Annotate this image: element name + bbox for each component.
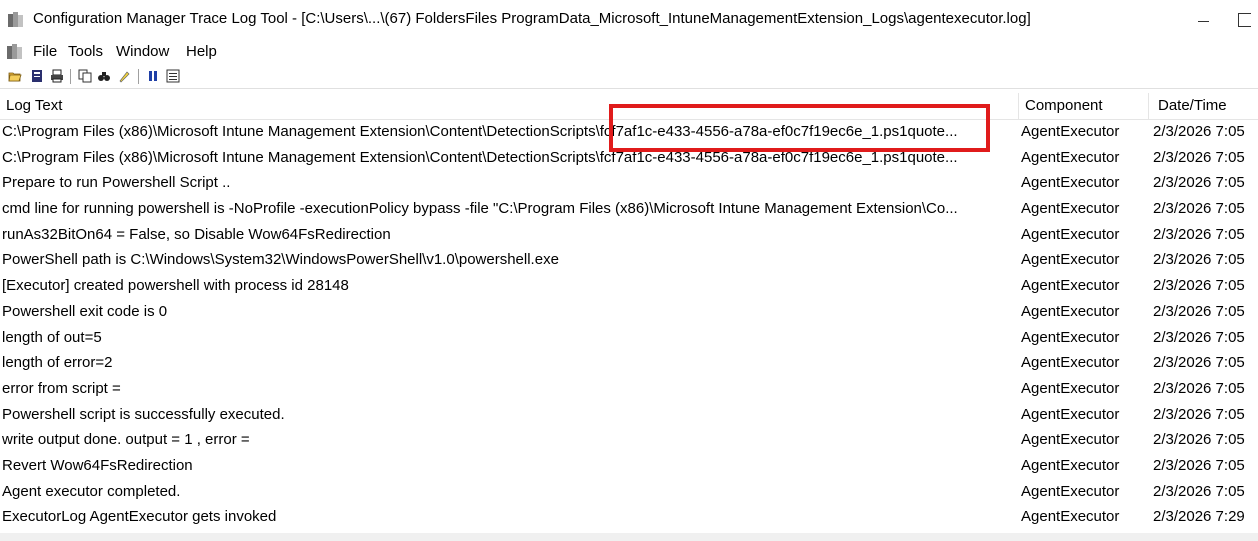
highlight-icon[interactable] (117, 69, 131, 83)
window-title: Configuration Manager Trace Log Tool - [… (33, 10, 1031, 27)
table-row[interactable]: Prepare to run Powershell Script .. Agent… (0, 170, 1258, 196)
column-header-log-text[interactable]: Log Text (6, 97, 62, 114)
minimize-button[interactable] (1190, 8, 1220, 32)
datetime-cell: 2/3/2026 7:05 (1153, 379, 1245, 397)
datetime-cell: 2/3/2026 7:05 (1153, 302, 1245, 320)
datetime-cell: 2/3/2026 7:05 (1153, 251, 1245, 269)
table-row[interactable]: ExecutorLog AgentExecutor gets invoked Ag… (0, 504, 1258, 530)
log-text-cell: Powershell script is successfully execut… (2, 405, 285, 423)
menu-help[interactable]: Help (186, 43, 217, 60)
table-row[interactable]: write output done. output = 1 , error = A… (0, 427, 1258, 453)
datetime-cell: 2/3/2026 7:05 (1153, 354, 1245, 372)
menu-window[interactable]: Window (116, 43, 169, 60)
copy-icon[interactable] (78, 69, 92, 83)
component-cell: AgentExecutor (1021, 148, 1120, 166)
grid-header: Log Text Component Date/Time (0, 93, 1258, 120)
table-row[interactable]: length of error=2 AgentExecutor 2/3/2026 7… (0, 350, 1258, 376)
title-bar: Configuration Manager Trace Log Tool - [… (0, 0, 1258, 40)
component-cell: AgentExecutor (1021, 456, 1120, 474)
toolbar (0, 66, 1258, 89)
print-preview-icon[interactable] (30, 69, 44, 83)
table-row[interactable]: Powershell exit code is 0 AgentExecutor 2/… (0, 299, 1258, 325)
log-text-cell: Prepare to run Powershell Script .. (2, 174, 231, 192)
component-cell: AgentExecutor (1021, 174, 1120, 192)
component-cell: AgentExecutor (1021, 277, 1120, 295)
log-text-cell: write output done. output = 1 , error = (2, 431, 250, 449)
datetime-cell: 2/3/2026 7:05 (1153, 482, 1245, 500)
menu-tools[interactable]: Tools (68, 43, 103, 60)
table-row[interactable]: Powershell script is successfully execut… (0, 402, 1258, 428)
pause-icon[interactable] (147, 69, 161, 83)
datetime-cell: 2/3/2026 7:05 (1153, 174, 1245, 192)
table-row[interactable]: error from script = AgentExecutor 2/3/2026… (0, 376, 1258, 402)
component-cell: AgentExecutor (1021, 431, 1120, 449)
component-cell: AgentExecutor (1021, 225, 1120, 243)
column-divider[interactable] (1018, 93, 1019, 119)
column-header-datetime[interactable]: Date/Time (1158, 97, 1227, 114)
table-row[interactable]: cmd line for running powershell is -NoPr… (0, 196, 1258, 222)
component-cell: AgentExecutor (1021, 123, 1120, 140)
table-row[interactable]: [Executor] created powershell with proce… (0, 273, 1258, 299)
status-strip (0, 533, 1258, 541)
log-text-cell: ExecutorLog AgentExecutor gets invoked (2, 508, 277, 526)
document-icon[interactable] (6, 42, 23, 60)
component-cell: AgentExecutor (1021, 251, 1120, 269)
column-divider[interactable] (1148, 93, 1149, 119)
column-header-component[interactable]: Component (1025, 97, 1103, 114)
table-row[interactable]: C:\Program Files (x86)\Microsoft Intune … (0, 145, 1258, 171)
print-icon[interactable] (50, 69, 64, 83)
grid-rows: C:\Program Files (x86)\Microsoft Intune … (0, 119, 1258, 530)
log-text-cell: Agent executor completed. (2, 482, 181, 500)
table-row[interactable]: PowerShell path is C:\Windows\System32\W… (0, 247, 1258, 273)
datetime-cell: 2/3/2026 7:05 (1153, 123, 1245, 140)
log-text-cell: error from script = (2, 379, 121, 397)
datetime-cell: 2/3/2026 7:05 (1153, 148, 1245, 166)
component-cell: AgentExecutor (1021, 379, 1120, 397)
log-text-cell: C:\Program Files (x86)\Microsoft Intune … (2, 123, 958, 140)
toolbar-separator (70, 69, 71, 84)
maximize-button[interactable] (1238, 9, 1258, 33)
table-row[interactable]: Revert Wow64FsRedirection AgentExecutor 2/… (0, 453, 1258, 479)
menu-bar: File Tools Window Help (0, 40, 1258, 64)
log-grid: Log Text Component Date/Time C:\Program … (0, 93, 1258, 533)
log-text-cell: [Executor] created powershell with proce… (2, 277, 349, 295)
log-text-cell: Powershell exit code is 0 (2, 302, 168, 320)
toolbar-separator (138, 69, 139, 84)
log-text-cell: length of error=2 (2, 354, 113, 372)
list-icon[interactable] (166, 69, 180, 83)
log-text-cell: runAs32BitOn64 = False, so Disable Wow64… (2, 225, 391, 243)
datetime-cell: 2/3/2026 7:05 (1153, 200, 1245, 218)
table-row[interactable]: length of out=5 AgentExecutor 2/3/2026 7:0… (0, 325, 1258, 351)
datetime-cell: 2/3/2026 7:05 (1153, 328, 1245, 346)
log-text-cell: Revert Wow64FsRedirection (2, 456, 193, 474)
datetime-cell: 2/3/2026 7:05 (1153, 405, 1245, 423)
log-text-cell: length of out=5 (2, 328, 102, 346)
log-text-cell: C:\Program Files (x86)\Microsoft Intune … (2, 148, 958, 166)
menu-file[interactable]: File (33, 43, 57, 60)
component-cell: AgentExecutor (1021, 482, 1120, 500)
datetime-cell: 2/3/2026 7:05 (1153, 456, 1245, 474)
datetime-cell: 2/3/2026 7:05 (1153, 431, 1245, 449)
component-cell: AgentExecutor (1021, 354, 1120, 372)
log-text-cell: cmd line for running powershell is -NoPr… (2, 200, 958, 218)
component-cell: AgentExecutor (1021, 405, 1120, 423)
datetime-cell: 2/3/2026 7:05 (1153, 225, 1245, 243)
component-cell: AgentExecutor (1021, 328, 1120, 346)
datetime-cell: 2/3/2026 7:05 (1153, 277, 1245, 295)
open-icon[interactable] (8, 69, 22, 83)
table-row[interactable]: C:\Program Files (x86)\Microsoft Intune … (0, 119, 1258, 145)
app-icon (8, 12, 23, 27)
component-cell: AgentExecutor (1021, 200, 1120, 218)
component-cell: AgentExecutor (1021, 508, 1120, 526)
table-row[interactable]: runAs32BitOn64 = False, so Disable Wow64… (0, 222, 1258, 248)
component-cell: AgentExecutor (1021, 302, 1120, 320)
datetime-cell: 2/3/2026 7:29 (1153, 508, 1245, 526)
find-icon[interactable] (97, 69, 111, 83)
log-text-cell: PowerShell path is C:\Windows\System32\W… (2, 251, 559, 269)
table-row[interactable]: Agent executor completed. AgentExecutor 2/… (0, 479, 1258, 505)
